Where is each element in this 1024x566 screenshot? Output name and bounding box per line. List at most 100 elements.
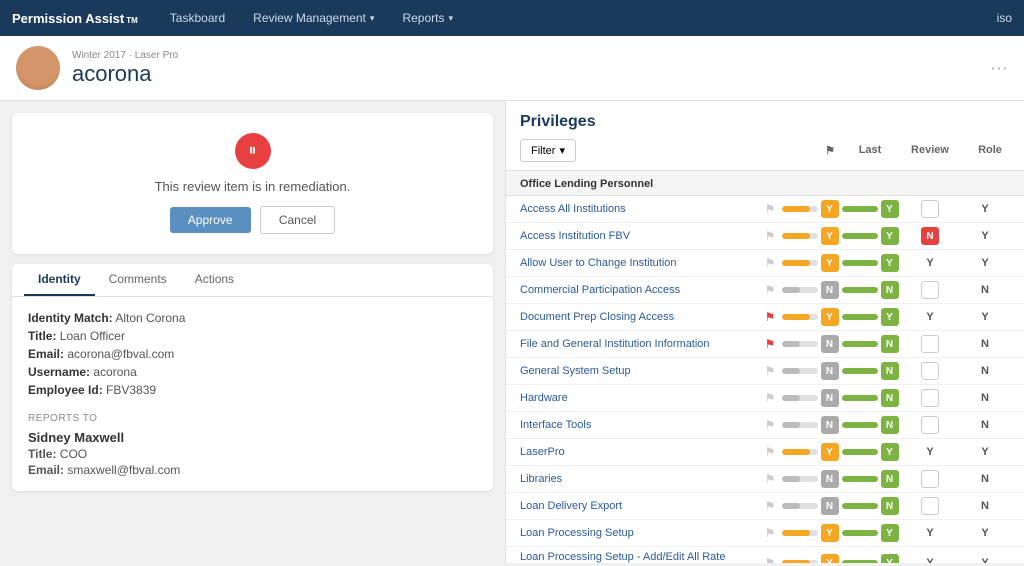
flag-icon: ⚑ <box>760 256 780 270</box>
nav-items: Taskboard Review Management ▾ Reports ▾ <box>158 5 997 31</box>
role-value: Y <box>900 311 960 323</box>
cancel-button[interactable]: Cancel <box>260 206 335 234</box>
last-value: Y <box>780 554 840 563</box>
privileges-list: Access All Institutions⚑YY YAccess Insti… <box>506 196 1024 563</box>
now-value: Y <box>960 527 1010 539</box>
left-panel: ⏸ This review item is in remediation. Ap… <box>0 101 505 563</box>
privilege-name[interactable]: Hardware <box>520 392 760 404</box>
role-value <box>900 335 960 353</box>
flag-icon: ⚑ <box>760 445 780 459</box>
col-last: Last <box>840 144 900 157</box>
privilege-name[interactable]: Loan Processing Setup - Add/Edit All Rat… <box>520 551 760 563</box>
tab-actions[interactable]: Actions <box>181 264 248 296</box>
review-value: Y <box>840 227 900 245</box>
flag-icon: ⚑ <box>760 337 780 351</box>
filter-bar: Filter ▾ ⚑ Last Review Role Now <box>506 139 1024 170</box>
manager-title: Title: COO <box>28 447 477 461</box>
flag-icon: ⚑ <box>760 499 780 513</box>
table-row: Loan Processing Setup - Add/Edit All Rat… <box>506 547 1024 563</box>
now-value: Y <box>960 557 1010 563</box>
now-value: Y <box>960 311 1010 323</box>
last-value: N <box>780 281 840 299</box>
remediation-text: This review item is in remediation. <box>32 179 473 194</box>
chevron-down-icon: ▾ <box>448 13 453 24</box>
flag-icon: ⚑ <box>760 283 780 297</box>
chevron-down-icon: ▾ <box>370 13 375 24</box>
privilege-name[interactable]: Access Institution FBV <box>520 230 760 242</box>
col-now: Now <box>1020 144 1024 157</box>
role-value <box>900 497 960 515</box>
last-value: N <box>780 497 840 515</box>
now-value: N <box>960 338 1010 350</box>
now-value: N <box>960 365 1010 377</box>
privilege-name[interactable]: Allow User to Change Institution <box>520 257 760 269</box>
flag-icon: ⚑ <box>760 472 780 486</box>
flag-icon: ⚑ <box>760 391 780 405</box>
flag-icon: ⚑ <box>760 526 780 540</box>
section-label: Office Lending Personnel <box>520 178 653 190</box>
privileges-title: Privileges <box>506 113 1024 139</box>
nav-taskboard[interactable]: Taskboard <box>158 5 237 31</box>
privilege-name[interactable]: Loan Delivery Export <box>520 500 760 512</box>
review-value: N <box>840 362 900 380</box>
identity-card: Identity Comments Actions Identity Match… <box>12 264 493 491</box>
flag-icon: ⚑ <box>760 310 780 324</box>
privilege-name[interactable]: Commercial Participation Access <box>520 284 760 296</box>
last-value: Y <box>780 227 840 245</box>
chevron-down-icon: ▾ <box>559 144 565 157</box>
table-row: File and General Institution Information… <box>506 331 1024 358</box>
privilege-name[interactable]: Loan Processing Setup <box>520 527 760 539</box>
review-value: Y <box>840 200 900 218</box>
role-value: Y <box>900 557 960 563</box>
identity-match: Identity Match: Alton Corona <box>28 311 477 325</box>
role-value <box>900 362 960 380</box>
role-value <box>900 281 960 299</box>
user-subtitle: Winter 2017 · Laser Pro <box>72 50 178 61</box>
review-value: Y <box>840 554 900 563</box>
table-row: Loan Delivery Export⚑NN N <box>506 493 1024 520</box>
identity-tabs: Identity Comments Actions <box>12 264 493 297</box>
nav-user-label: iso <box>997 11 1012 25</box>
avatar <box>16 46 60 90</box>
tab-comments[interactable]: Comments <box>95 264 181 296</box>
now-value: Y <box>960 203 1010 215</box>
last-value: N <box>780 416 840 434</box>
privilege-name[interactable]: Document Prep Closing Access <box>520 311 760 323</box>
role-value: N <box>900 227 960 245</box>
table-row: Commercial Participation Access⚑NN N <box>506 277 1024 304</box>
table-row: Access Institution FBV⚑YYNY <box>506 223 1024 250</box>
privilege-name[interactable]: File and General Institution Information <box>520 338 760 350</box>
nav-review-management[interactable]: Review Management ▾ <box>241 5 386 31</box>
now-value: N <box>960 473 1010 485</box>
role-value <box>900 200 960 218</box>
approve-button[interactable]: Approve <box>170 207 251 233</box>
now-value: N <box>960 284 1010 296</box>
table-row: Document Prep Closing Access⚑YYYY <box>506 304 1024 331</box>
review-value: N <box>840 497 900 515</box>
privilege-name[interactable]: General System Setup <box>520 365 760 377</box>
now-value: Y <box>960 230 1010 242</box>
last-value: N <box>780 389 840 407</box>
more-options-button[interactable]: ··· <box>990 58 1008 79</box>
privilege-name[interactable]: Access All Institutions <box>520 203 760 215</box>
review-value: N <box>840 281 900 299</box>
last-value: Y <box>780 443 840 461</box>
filter-button[interactable]: Filter ▾ <box>520 139 576 162</box>
review-value: N <box>840 470 900 488</box>
now-value: Y <box>960 446 1010 458</box>
flag-icon: ⚑ <box>760 556 780 563</box>
reports-to-label: REPORTS TO <box>28 413 477 424</box>
identity-email: Email: acorona@fbval.com <box>28 347 477 361</box>
nav-reports[interactable]: Reports ▾ <box>390 5 465 31</box>
privilege-name[interactable]: Interface Tools <box>520 419 760 431</box>
user-header: Winter 2017 · Laser Pro acorona ··· <box>0 36 1024 101</box>
privilege-name[interactable]: Libraries <box>520 473 760 485</box>
last-value: N <box>780 470 840 488</box>
flag-icon: ⚑ <box>760 418 780 432</box>
brand-logo: Permission AssistTM <box>12 11 138 26</box>
tab-identity[interactable]: Identity <box>24 264 95 296</box>
privilege-name[interactable]: LaserPro <box>520 446 760 458</box>
col-role: Role <box>960 144 1020 157</box>
identity-username: Username: acorona <box>28 365 477 379</box>
now-value: Y <box>960 257 1010 269</box>
